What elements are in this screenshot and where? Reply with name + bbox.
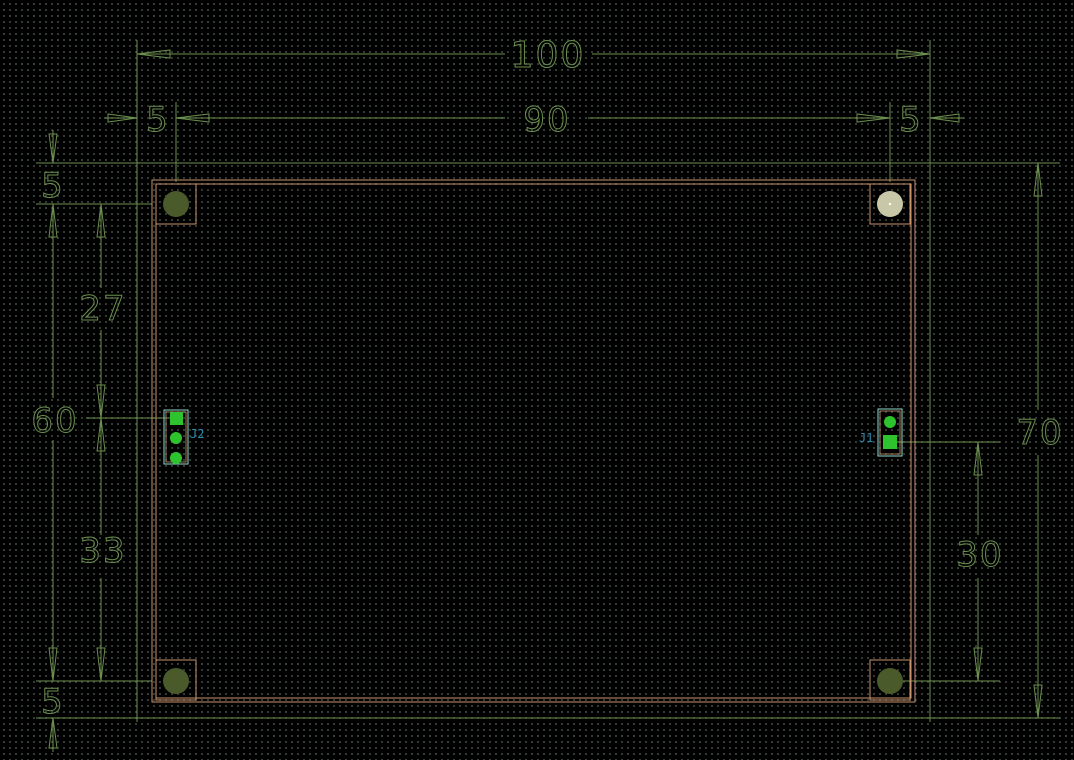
pcb-canvas[interactable]: 100 5 90 5 5 60 5 27 33 70 30 J2 J1 <box>0 0 1074 760</box>
dimension-j2-position[interactable] <box>96 203 106 682</box>
dimension-label-top-5: 5 <box>41 166 65 206</box>
j2-pad-3[interactable] <box>170 452 182 464</box>
reference-designator-j2: J2 <box>190 427 204 441</box>
board-outline[interactable] <box>151 179 916 703</box>
mounting-hole-bottom-right[interactable] <box>869 659 911 701</box>
mounting-hole-top-right[interactable] <box>869 183 911 225</box>
dimension-label-bottom-5: 5 <box>41 682 65 722</box>
dimension-label-left-5: 5 <box>146 100 170 140</box>
dimension-label-27: 27 <box>79 289 126 329</box>
pcb-layout-view[interactable]: 100 5 90 5 5 60 5 27 33 70 30 J2 J1 <box>0 0 1074 760</box>
dimension-label-30: 30 <box>956 535 1003 575</box>
j1-pad-2[interactable] <box>883 435 897 449</box>
reference-designator-j1: J1 <box>859 431 873 445</box>
j2-pad-2[interactable] <box>170 432 182 444</box>
dimension-hole-spacing-vertical[interactable] <box>48 130 58 752</box>
dimension-label-100: 100 <box>511 35 586 76</box>
dimension-label-33: 33 <box>79 531 126 571</box>
dimension-label-70: 70 <box>1016 413 1063 453</box>
j1-pad-1[interactable] <box>884 416 896 428</box>
mounting-hole-top-left[interactable] <box>155 183 197 225</box>
dimension-extension-lines <box>36 40 1060 722</box>
mounting-hole-bottom-left[interactable] <box>155 659 197 701</box>
connector-j1[interactable] <box>877 408 903 457</box>
dimension-label-right-5: 5 <box>899 100 923 140</box>
dimension-label-60: 60 <box>31 401 78 441</box>
dimension-label-90: 90 <box>523 100 570 140</box>
j2-pad-1[interactable] <box>170 412 183 425</box>
